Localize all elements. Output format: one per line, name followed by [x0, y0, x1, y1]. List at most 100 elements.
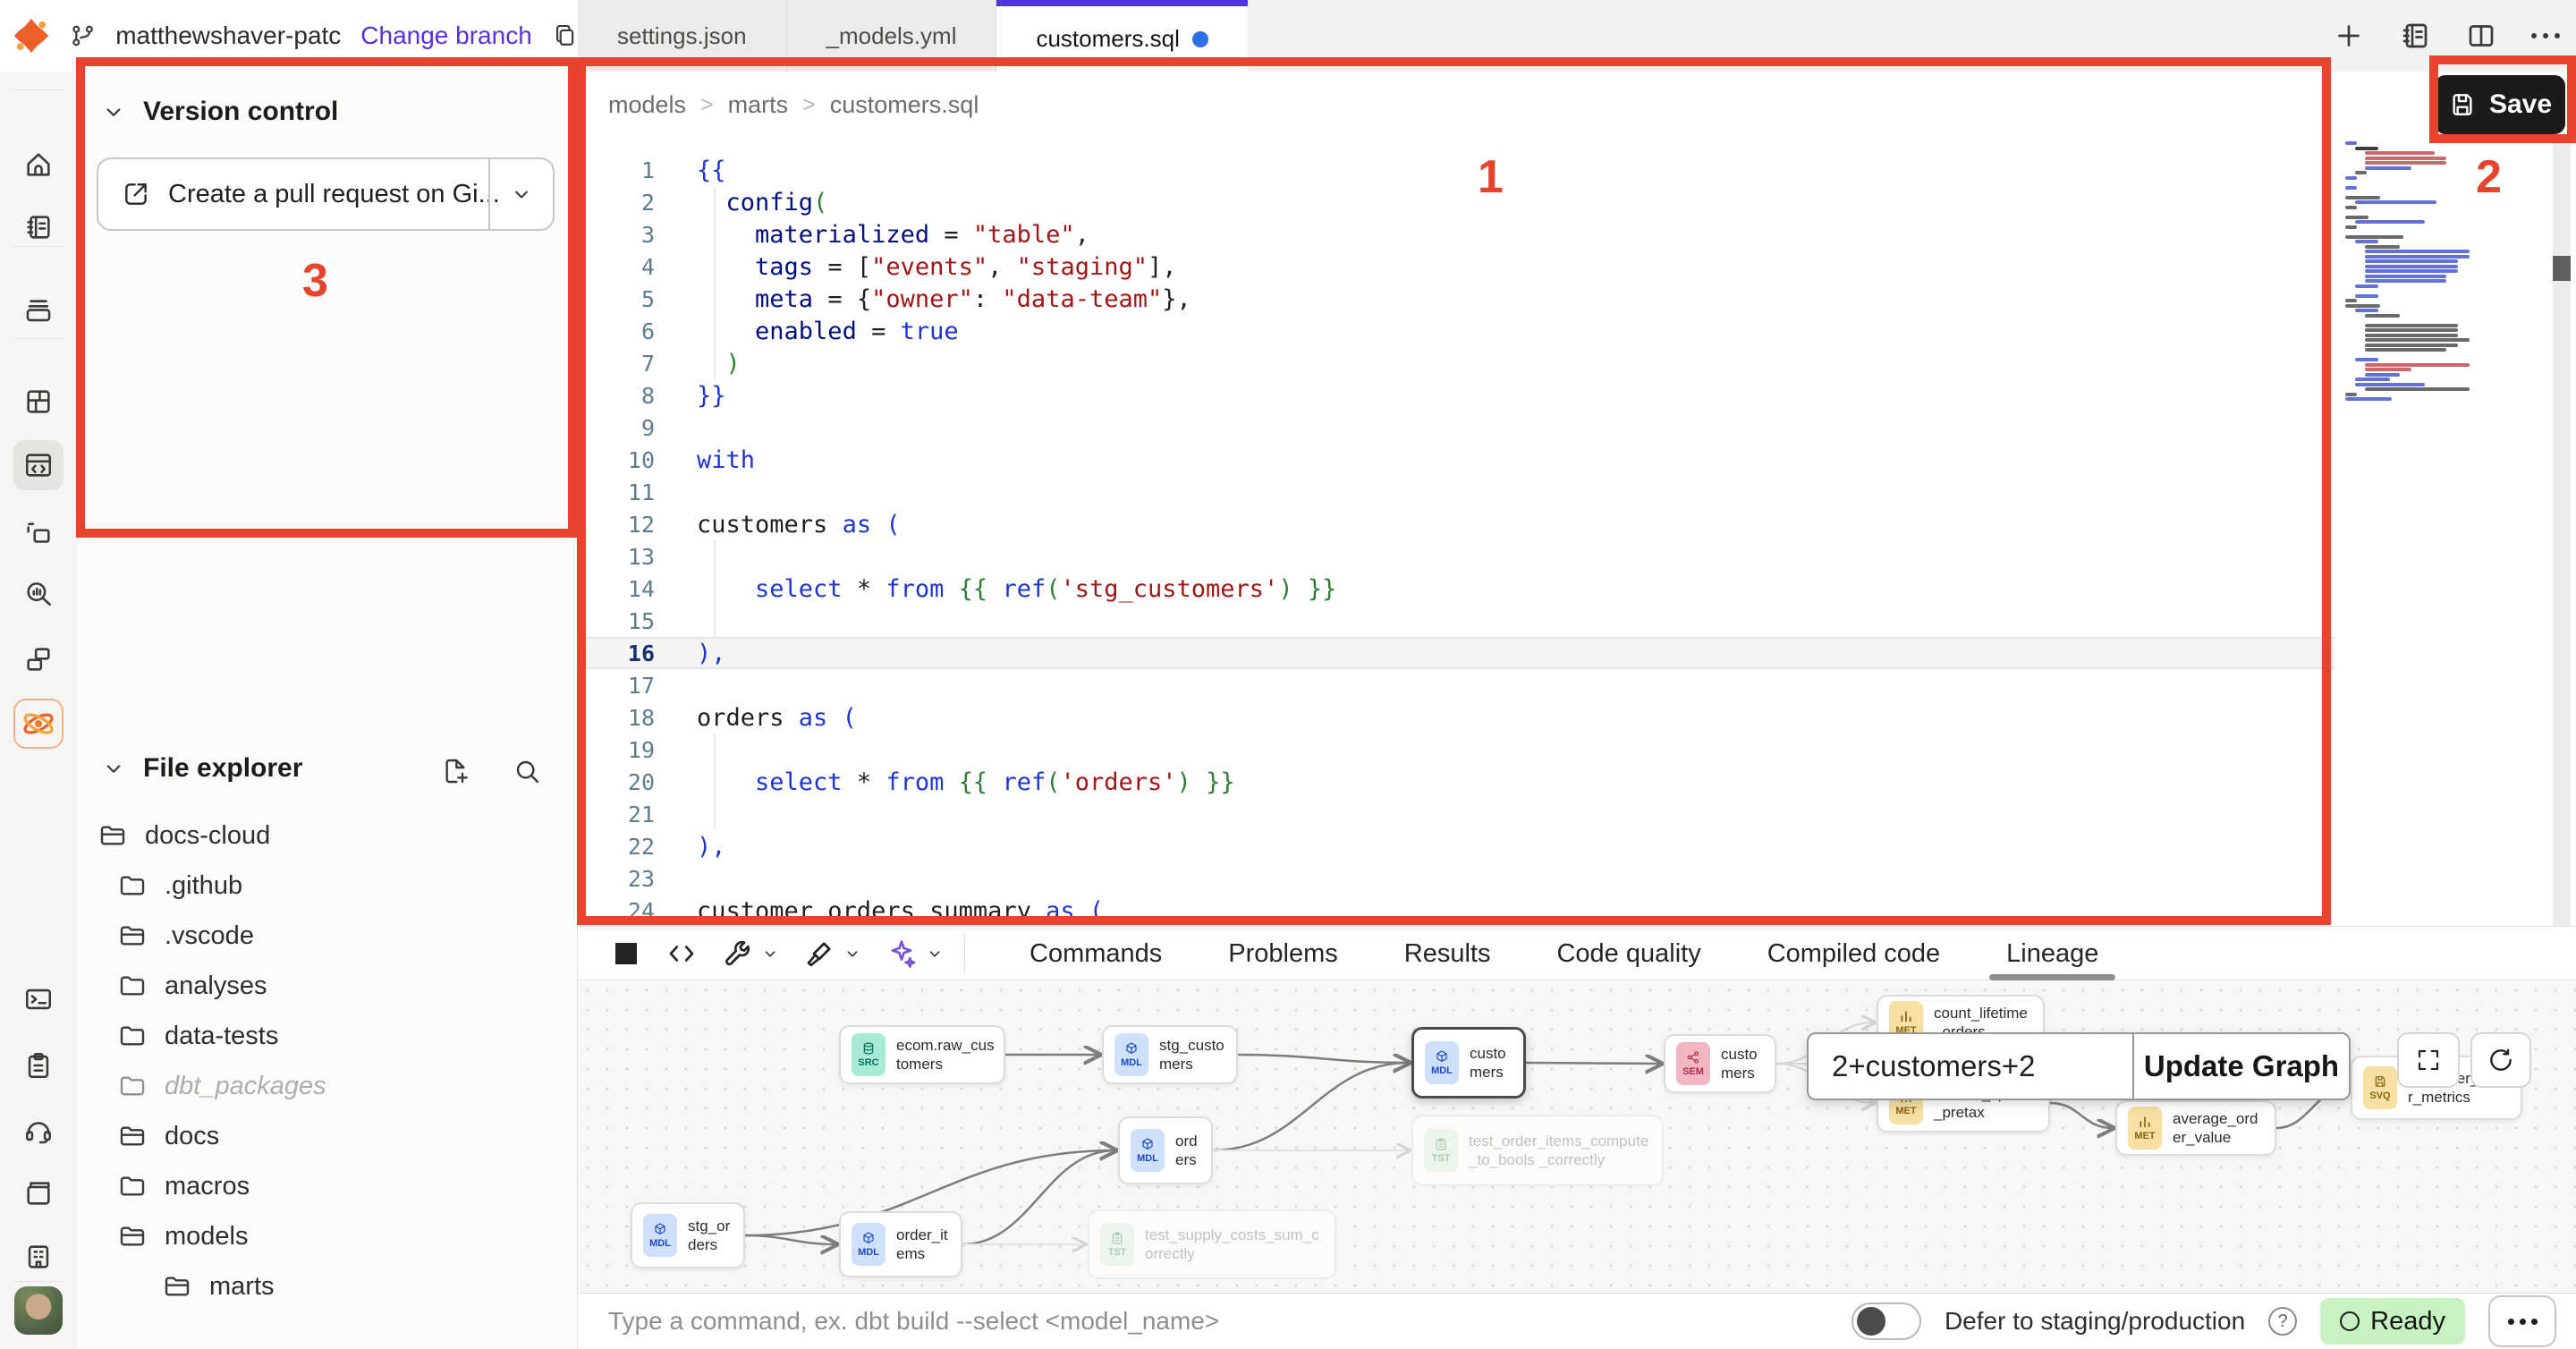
lineage-node-stg_orders[interactable]: MDLstg_orders — [631, 1202, 745, 1268]
code-line-17[interactable]: 17 — [578, 669, 2334, 701]
code-line-21[interactable]: 21 — [578, 798, 2334, 830]
create-pull-request-button[interactable]: Create a pull request on Gi... — [97, 157, 555, 231]
panel-tab-problems[interactable]: Problems — [1195, 927, 1371, 980]
dashboard-icon[interactable] — [13, 377, 64, 427]
code-line-9[interactable]: 9 — [578, 411, 2334, 444]
code-line-24[interactable]: 24customer_orders_summary as ( — [578, 895, 2334, 926]
code-line-7[interactable]: 7 ) — [578, 347, 2334, 379]
code-editor-icon[interactable] — [13, 440, 64, 490]
chevron-down-icon[interactable] — [100, 98, 127, 125]
code-line-11[interactable]: 11 — [578, 476, 2334, 508]
clipboard-icon[interactable] — [13, 1040, 64, 1090]
panel-tab-lineage[interactable]: Lineage — [1973, 927, 2131, 980]
lineage-node-customers_sem[interactable]: SEMcustomers — [1664, 1034, 1776, 1093]
minimap[interactable] — [2345, 141, 2524, 410]
notebook-icon[interactable] — [13, 202, 64, 252]
help-icon[interactable]: ? — [2268, 1307, 2297, 1336]
code-line-14[interactable]: 14 select * from {{ ref('stg_customers')… — [578, 573, 2334, 605]
tab-settings.json[interactable]: settings.json — [578, 0, 787, 72]
lineage-node-order_items[interactable]: MDLorder_items — [839, 1211, 962, 1277]
overflow-menu-icon[interactable] — [2531, 33, 2560, 38]
tab-customers.sql[interactable]: customers.sql — [996, 0, 1247, 72]
search-icon[interactable] — [513, 757, 541, 785]
tree-item-macros[interactable]: macros — [77, 1161, 577, 1211]
breadcrumb-models[interactable]: models — [608, 91, 686, 119]
tree-item-.github[interactable]: .github — [77, 861, 577, 911]
breadcrumb-file[interactable]: customers.sql — [830, 91, 979, 119]
headset-icon[interactable] — [13, 1106, 64, 1156]
code-line-12[interactable]: 12customers as ( — [578, 508, 2334, 540]
refresh-graph-button[interactable] — [2470, 1032, 2531, 1088]
code-line-18[interactable]: 18orders as ( — [578, 701, 2334, 734]
build-wrench-icon[interactable] — [721, 938, 780, 970]
panel-tab-compiled-code[interactable]: Compiled code — [1734, 927, 1973, 980]
format-brush-icon[interactable] — [803, 938, 862, 970]
lineage-node-average_order_value[interactable]: METaverage_order_value — [2115, 1100, 2276, 1156]
lineage-node-test_supply[interactable]: TSTtest_supply_costs_sum_correctly — [1088, 1209, 1336, 1279]
frame-select-icon[interactable] — [13, 509, 64, 559]
fullscreen-button[interactable] — [2397, 1032, 2460, 1088]
code-line-23[interactable]: 23 — [578, 862, 2334, 895]
panel-tab-results[interactable]: Results — [1371, 927, 1524, 980]
lineage-node-orders[interactable]: MDLorders — [1118, 1116, 1213, 1184]
tree-item-docs-cloud[interactable]: docs-cloud — [77, 810, 577, 861]
code-line-6[interactable]: 6 enabled = true — [578, 315, 2334, 347]
new-tab-plus-icon[interactable] — [2333, 20, 2365, 52]
code-lines[interactable]: 1{{2 config(3 materialized = "table",4 t… — [578, 154, 2334, 926]
save-button[interactable]: Save — [2435, 75, 2565, 134]
code-line-3[interactable]: 3 materialized = "table", — [578, 218, 2334, 250]
tree-item-models[interactable]: models — [77, 1211, 577, 1261]
tree-item-analyses[interactable]: analyses — [77, 961, 577, 1011]
stack-icon[interactable] — [13, 286, 64, 336]
home-icon[interactable] — [13, 140, 64, 190]
copy-icon[interactable] — [552, 21, 578, 50]
tree-item-data-tests[interactable]: data-tests — [77, 1011, 577, 1061]
code-line-22[interactable]: 22), — [578, 830, 2334, 862]
code-line-15[interactable]: 15 — [578, 605, 2334, 637]
lineage-selector-input[interactable]: 2+customers+2 — [1809, 1034, 2132, 1099]
new-file-icon[interactable] — [441, 757, 470, 785]
code-line-13[interactable]: 13 — [578, 540, 2334, 573]
code-line-19[interactable]: 19 — [578, 734, 2334, 766]
change-branch-link[interactable]: Change branch — [360, 21, 531, 50]
chevron-down-icon[interactable] — [100, 755, 127, 782]
compiled-code-icon[interactable] — [665, 938, 698, 970]
lineage-node-customers[interactable]: MDLcustomers — [1411, 1027, 1526, 1099]
panel-tab-commands[interactable]: Commands — [996, 927, 1195, 980]
terminal-icon[interactable] — [13, 974, 64, 1024]
panel-tab-code-quality[interactable]: Code quality — [1523, 927, 1733, 980]
organization-icon[interactable] — [13, 1232, 64, 1282]
lineage-node-ecom.raw_customers[interactable]: SRCecom.raw_customers — [839, 1025, 1005, 1084]
code-line-10[interactable]: 10with — [578, 444, 2334, 476]
more-options-button[interactable] — [2488, 1295, 2556, 1347]
breadcrumb-marts[interactable]: marts — [728, 91, 789, 119]
command-input[interactable]: Type a command, ex. dbt build --select <… — [608, 1307, 1852, 1336]
panel-list-icon[interactable] — [2399, 20, 2431, 52]
explore-icon[interactable] — [13, 568, 64, 618]
tree-item-docs[interactable]: docs — [77, 1111, 577, 1161]
tree-item-marts[interactable]: marts — [77, 1261, 577, 1311]
code-line-5[interactable]: 5 meta = {"owner": "data-team"}, — [578, 283, 2334, 315]
code-line-20[interactable]: 20 select * from {{ ref('orders') }} — [578, 766, 2334, 798]
code-line-8[interactable]: 8}} — [578, 379, 2334, 411]
dbt-copilot-icon[interactable] — [13, 699, 64, 749]
scrollbar[interactable] — [2553, 141, 2571, 926]
code-line-4[interactable]: 4 tags = ["events", "staging"], — [578, 250, 2334, 283]
scrollbar-thumb[interactable] — [2553, 256, 2571, 281]
tree-item-.vscode[interactable]: .vscode — [77, 911, 577, 961]
code-line-16[interactable]: 16), — [578, 637, 2334, 669]
results-table-icon[interactable] — [610, 938, 642, 970]
tree-item-dbt_packages[interactable]: dbt_packages — [77, 1061, 577, 1111]
lineage-node-test_order_items[interactable]: TSTtest_order_items_compute_to_bools _co… — [1411, 1115, 1664, 1186]
avatar[interactable] — [14, 1286, 63, 1335]
code-line-2[interactable]: 2 config( — [578, 186, 2334, 218]
lineage-canvas[interactable]: SRCecom.raw_customers MDLstg_customers MDL… — [578, 980, 2576, 1293]
tab-_models.yml[interactable]: _models.yml — [787, 0, 997, 72]
code-line-1[interactable]: 1{{ — [578, 154, 2334, 186]
dbt-assist-icon[interactable] — [886, 938, 945, 970]
windows-icon[interactable] — [13, 634, 64, 684]
defer-toggle[interactable] — [1852, 1302, 1921, 1340]
update-graph-button[interactable]: Update Graph — [2132, 1034, 2349, 1099]
docs-book-icon[interactable] — [13, 1168, 64, 1218]
lineage-node-stg_customers[interactable]: MDLstg_customers — [1102, 1025, 1238, 1084]
